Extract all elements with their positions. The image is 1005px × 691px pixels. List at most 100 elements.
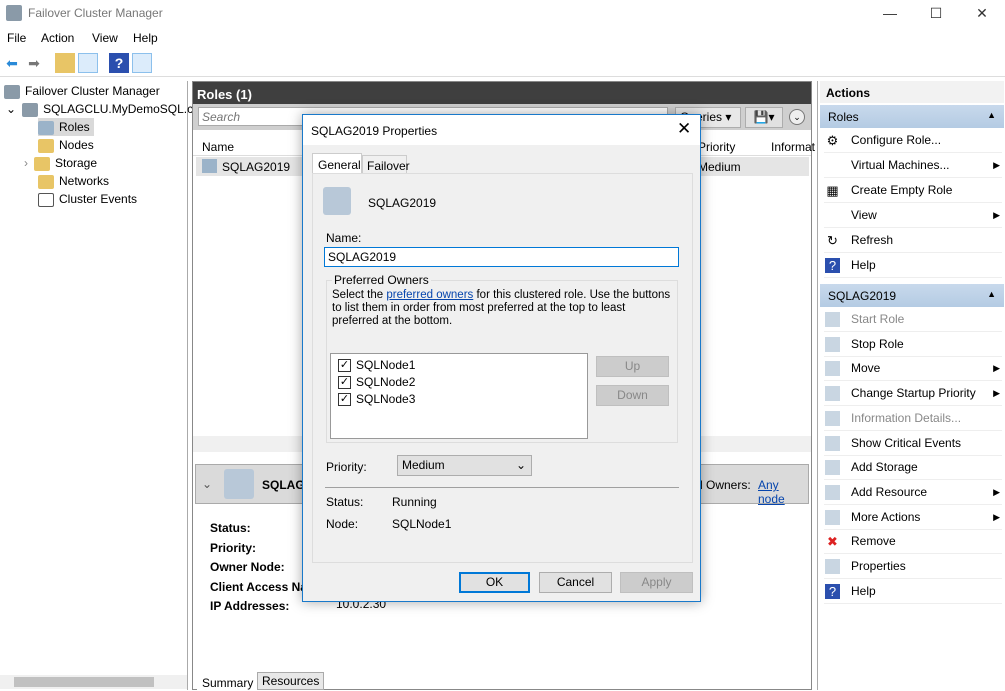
owner-item[interactable]: ✓ SQLNode2: [338, 374, 580, 391]
action-configure-role[interactable]: ⚙ Configure Role...: [824, 129, 1002, 153]
tree-cluster[interactable]: ⌄ SQLAGCLU.MyDemoSQL.co: [6, 100, 200, 118]
title-bar: Failover Cluster Manager — ☐ ✕: [0, 0, 1005, 26]
section-label: SQLAG2019: [828, 289, 897, 303]
checkbox-checked[interactable]: ✓: [338, 359, 351, 373]
action-create-empty-role[interactable]: ▦ Create Empty Role: [824, 179, 1002, 203]
expand-icon[interactable]: ⌄: [789, 109, 805, 125]
close-button[interactable]: ✕: [959, 0, 1005, 26]
node-value: SQLNode1: [392, 517, 452, 531]
column-name[interactable]: Name: [202, 140, 234, 154]
cancel-button[interactable]: Cancel: [539, 572, 612, 593]
priority-label: Priority:: [210, 540, 257, 555]
owner-item[interactable]: ✓ SQLNode1: [338, 357, 580, 374]
forward-icon[interactable]: ➡: [24, 53, 44, 73]
tab-resources[interactable]: Resources: [257, 672, 325, 690]
action-view[interactable]: View ▶: [824, 204, 1002, 228]
menu-file[interactable]: File: [7, 31, 26, 45]
name-label: Name:: [326, 231, 362, 245]
nodes-icon: [38, 138, 54, 153]
tab-general[interactable]: General: [312, 153, 362, 174]
checkbox-checked[interactable]: ✓: [338, 376, 351, 390]
actions-section-role[interactable]: SQLAG2019 ▲: [820, 284, 1004, 307]
expand-chevron-icon[interactable]: ⌄: [6, 102, 16, 116]
owners-label: d Owners:: [696, 478, 751, 492]
horizontal-scrollbar[interactable]: [0, 675, 187, 689]
minimize-button[interactable]: —: [867, 0, 913, 26]
submenu-arrow-icon: ▶: [993, 160, 1000, 170]
action-help[interactable]: ? Help: [824, 580, 1002, 604]
action-add-resource[interactable]: Add Resource ▶: [824, 481, 1002, 505]
show-hide-action-pane-icon[interactable]: [132, 53, 152, 73]
owners-link[interactable]: Any node: [758, 478, 808, 506]
menu-action[interactable]: Action: [41, 31, 74, 45]
dialog-title-bar: SQLAG2019 Properties ✕: [303, 115, 700, 145]
action-change-startup-priority[interactable]: Change Startup Priority ▶: [824, 382, 1002, 407]
menu-view[interactable]: View: [92, 31, 118, 45]
action-move[interactable]: Move ▶: [824, 357, 1002, 382]
help-icon[interactable]: ?: [109, 53, 129, 73]
checkbox-checked[interactable]: ✓: [338, 393, 351, 407]
divider: [325, 487, 679, 488]
tree-item-storage[interactable]: › Storage: [24, 154, 97, 172]
action-virtual-machines[interactable]: Virtual Machines... ▶: [824, 154, 1002, 178]
action-11-icon: ?: [825, 583, 840, 599]
dialog-close-icon[interactable]: ✕: [677, 119, 691, 139]
tree-root[interactable]: Failover Cluster Manager: [4, 82, 160, 100]
show-hide-tree-icon[interactable]: [78, 53, 98, 73]
down-button[interactable]: Down: [596, 385, 669, 406]
tree-item-networks[interactable]: Networks: [38, 172, 109, 190]
priority-label: Priority:: [326, 460, 367, 474]
collapse-icon[interactable]: ⌄: [202, 477, 212, 491]
priority-dropdown[interactable]: Medium ⌄: [397, 455, 532, 476]
scrollbar-thumb[interactable]: [14, 677, 154, 687]
tree-item-label: Roles: [59, 120, 90, 134]
menu-help[interactable]: Help: [133, 31, 158, 45]
up-button[interactable]: Up: [596, 356, 669, 377]
tree-item-roles[interactable]: Roles: [38, 118, 94, 136]
action-more-actions[interactable]: More Actions ▶: [824, 506, 1002, 530]
expand-chevron-icon[interactable]: ›: [24, 156, 28, 170]
action-start-role[interactable]: Start Role: [824, 308, 1002, 332]
save-query-button[interactable]: 💾▾: [745, 107, 783, 128]
maximize-button[interactable]: ☐: [913, 0, 959, 26]
action-stop-role[interactable]: Stop Role: [824, 333, 1002, 357]
owner-node-label: Owner Node:: [210, 560, 285, 574]
owner-name: SQLNode1: [356, 358, 416, 372]
ok-button[interactable]: OK: [459, 572, 530, 593]
action-label: Stop Role: [851, 336, 904, 351]
action-properties[interactable]: Properties: [824, 555, 1002, 579]
action-1-icon: [825, 336, 840, 352]
desc-text: Select the: [332, 289, 387, 301]
submenu-arrow-icon: ▶: [993, 511, 1000, 522]
tab-failover[interactable]: Failover: [362, 155, 410, 174]
collapse-icon[interactable]: ▲: [987, 289, 996, 299]
tab-summary[interactable]: Summary: [197, 675, 259, 691]
column-information[interactable]: Informat: [771, 140, 815, 154]
action-refresh[interactable]: ↻ Refresh: [824, 229, 1002, 253]
column-priority[interactable]: Priority: [698, 140, 735, 154]
tree-item-label: Cluster Events: [59, 192, 138, 206]
action-8-icon: [825, 509, 840, 525]
submenu-arrow-icon: ▶: [993, 210, 1000, 220]
name-input[interactable]: [324, 247, 679, 267]
collapse-icon[interactable]: ▲: [987, 110, 996, 120]
status-label: Status:: [326, 495, 364, 509]
preferred-owners-group: Preferred Owners Select the preferred ow…: [326, 273, 678, 443]
action-information-details[interactable]: Information Details...: [824, 407, 1002, 431]
app-icon: [6, 5, 22, 21]
back-icon[interactable]: ⬅: [2, 53, 22, 73]
tree-item-nodes[interactable]: Nodes: [38, 136, 94, 154]
owner-item[interactable]: ✓ SQLNode3: [338, 391, 580, 408]
status-label: Status:: [210, 521, 251, 535]
preferred-owners-link[interactable]: preferred owners: [386, 289, 473, 301]
action-label: More Actions: [851, 509, 921, 524]
action-help[interactable]: ? Help: [824, 254, 1002, 278]
up-folder-icon[interactable]: [55, 53, 75, 73]
owners-description: Select the preferred owners for this clu…: [332, 289, 674, 328]
actions-section-roles[interactable]: Roles ▲: [820, 105, 1004, 128]
action-remove[interactable]: ✖ Remove: [824, 530, 1002, 555]
action-add-storage[interactable]: Add Storage: [824, 456, 1002, 481]
apply-button[interactable]: Apply: [620, 572, 693, 593]
action-show-critical-events[interactable]: Show Critical Events: [824, 432, 1002, 456]
tree-item-cluster-events[interactable]: Cluster Events: [38, 190, 137, 208]
